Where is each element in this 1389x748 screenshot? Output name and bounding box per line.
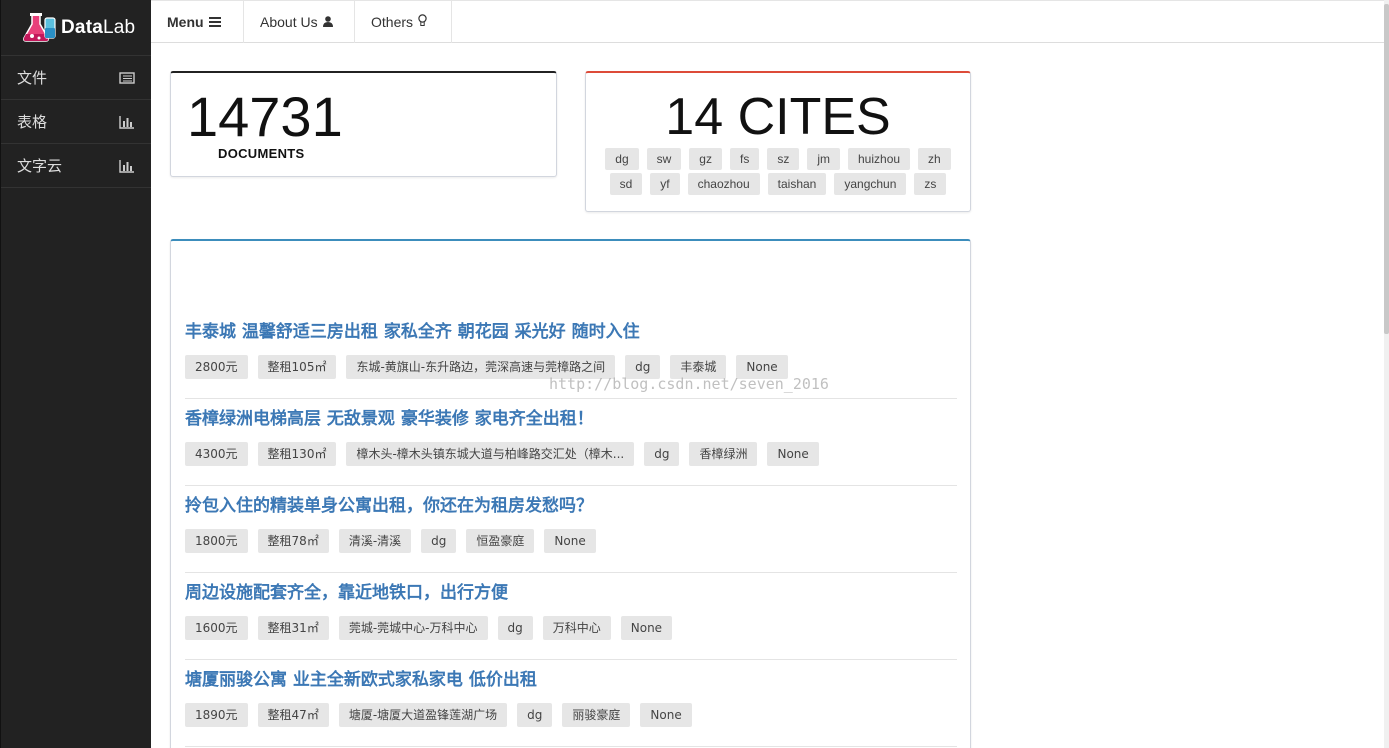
listing-tags: 1600元 整租31㎡ 莞城-莞城中心-万科中心 dg 万科中心 None [185,616,957,640]
price-tag: 1600元 [185,616,248,640]
address-tag: 莞城-莞城中心-万科中心 [338,616,488,640]
price-tag: 2800元 [185,355,248,379]
listing-title-link[interactable]: 周边设施配套齐全，靠近地铁口，出行方便 [185,582,957,604]
address-tag: 樟木头-樟木头镇东城大道与柏峰路交汇处（樟木... [346,442,635,466]
list-icon [119,71,135,85]
scrollbar-thumb[interactable] [1384,4,1389,334]
listing-tags: 1890元 整租47㎡ 塘厦-塘厦大道盈锋莲湖广场 dg 丽骏豪庭 None [185,703,957,727]
brand-name-light: Lab [102,16,136,38]
divider [185,746,957,747]
area-tag: 整租105㎡ [257,355,337,379]
city-tag[interactable]: gz [689,148,722,170]
city-tag[interactable]: chaozhou [687,173,760,195]
city-tag[interactable]: taishan [767,173,827,195]
app-window: DataLab 文件 表格 文字云 Menu About Us Others 1… [0,0,1389,748]
area-tag: 整租130㎡ [257,442,337,466]
divider [185,398,957,399]
extra-tag: None [640,703,692,727]
others-link[interactable]: Others [355,1,452,43]
area-tag: 整租78㎡ [257,529,329,553]
about-us-link[interactable]: About Us [244,1,355,43]
divider [185,485,957,486]
city-tag[interactable]: sd [609,173,643,195]
city-tag-list: dg sw gz fs sz jm huizhou zh sd yf chaoz… [600,148,956,195]
area-tag: 整租47㎡ [257,703,329,727]
listing-title-link[interactable]: 拎包入住的精装单身公寓出租，你还在为租房发愁吗？ [185,495,957,517]
listings-box: 丰泰城 温馨舒适三房出租 家私全齐 朝花园 采光好 随时入住 2800元 整租1… [170,239,971,748]
watermark-text: http://blog.csdn.net/seven_2016 [549,375,829,393]
sidebar: DataLab 文件 表格 文字云 [0,0,151,748]
city-tag[interactable]: sz [767,148,800,170]
divider [185,572,957,573]
city-tag[interactable]: zh [918,148,951,170]
bars-icon [208,14,221,30]
community-tag: 香樟绿洲 [689,442,758,466]
lightbulb-icon [418,14,427,30]
address-tag: 塘厦-塘厦大道盈锋莲湖广场 [338,703,508,727]
brand-name-bold: Data [61,16,103,38]
listing-title-link[interactable]: 香樟绿洲电梯高层 无敌景观 豪华装修 家电齐全出租！ [185,408,957,430]
listing-title-link[interactable]: 丰泰城 温馨舒适三房出租 家私全齐 朝花园 采光好 随时入住 [185,321,957,343]
listing-title-link[interactable]: 塘厦丽骏公寓 业主全新欧式家私家电 低价出租 [185,669,957,691]
listing-tags: 4300元 整租130㎡ 樟木头-樟木头镇东城大道与柏峰路交汇处（樟木... d… [185,442,957,466]
extra-tag: None [767,442,819,466]
community-tag: 恒盈豪庭 [466,529,535,553]
divider [185,659,957,660]
user-icon [322,14,333,30]
community-tag: 丽骏豪庭 [562,703,631,727]
city-tag[interactable]: dg [605,148,639,170]
sidebar-item-label: 表格 [17,113,48,131]
sidebar-item-wordcloud[interactable]: 文字云 [1,144,151,188]
sidebar-item-label: 文件 [17,69,48,87]
sidebar-item-label: 文字云 [17,157,63,175]
extra-tag: None [620,616,673,640]
sidebar-item-tables[interactable]: 表格 [1,100,151,144]
brand[interactable]: DataLab [1,0,151,56]
list-item: 香樟绿洲电梯高层 无敌景观 豪华装修 家电齐全出租！ 4300元 整租130㎡ … [185,408,957,486]
list-item: 丰泰城 温馨舒适三房出租 家私全齐 朝花园 采光好 随时入住 2800元 整租1… [185,321,957,399]
city-tag[interactable]: fs [729,148,760,170]
top-navbar: Menu About Us Others [151,0,1384,43]
area-tag: 整租31㎡ [257,616,329,640]
city-tag: dg [517,703,553,727]
city-tag[interactable]: jm [807,148,840,170]
about-us-label: About Us [260,14,318,30]
sidebar-item-files[interactable]: 文件 [1,56,151,100]
city-tag[interactable]: sw [646,148,682,170]
documents-count: 14731 [187,85,343,148]
list-item: 周边设施配套齐全，靠近地铁口，出行方便 1600元 整租31㎡ 莞城-莞城中心-… [185,582,957,660]
menu-button[interactable]: Menu [151,1,244,43]
list-item: 拎包入住的精装单身公寓出租，你还在为租房发愁吗？ 1800元 整租78㎡ 清溪-… [185,495,957,573]
city-tag: dg [421,529,457,553]
extra-tag: None [544,529,596,553]
list-item: 塘厦丽骏公寓 业主全新欧式家私家电 低价出租 1890元 整租47㎡ 塘厦-塘厦… [185,669,957,747]
city-tag[interactable]: zs [914,173,947,195]
page-scrollbar[interactable] [1384,0,1389,748]
bar-chart-icon [119,115,135,129]
city-tag[interactable]: huizhou [848,148,911,170]
documents-stat-box: 14731 DOCUMENTS [170,71,557,177]
others-label: Others [371,14,414,30]
price-tag: 1800元 [185,529,248,553]
community-tag: 万科中心 [542,616,611,640]
address-tag: 清溪-清溪 [338,529,412,553]
city-tag[interactable]: yangchun [834,173,907,195]
flask-icon [21,12,59,44]
documents-label: DOCUMENTS [218,146,305,161]
cities-stat-box: 14 CITES dg sw gz fs sz jm huizhou zh sd… [585,71,971,212]
city-tag: dg [497,616,533,640]
menu-label: Menu [167,14,204,30]
listing-tags: 1800元 整租78㎡ 清溪-清溪 dg 恒盈豪庭 None [185,529,957,553]
brand-name: DataLab [61,17,135,39]
price-tag: 4300元 [185,442,248,466]
price-tag: 1890元 [185,703,248,727]
city-tag[interactable]: yf [650,173,680,195]
cities-count: 14 CITES [665,88,891,146]
city-tag: dg [644,442,680,466]
bar-chart-icon [119,159,135,173]
